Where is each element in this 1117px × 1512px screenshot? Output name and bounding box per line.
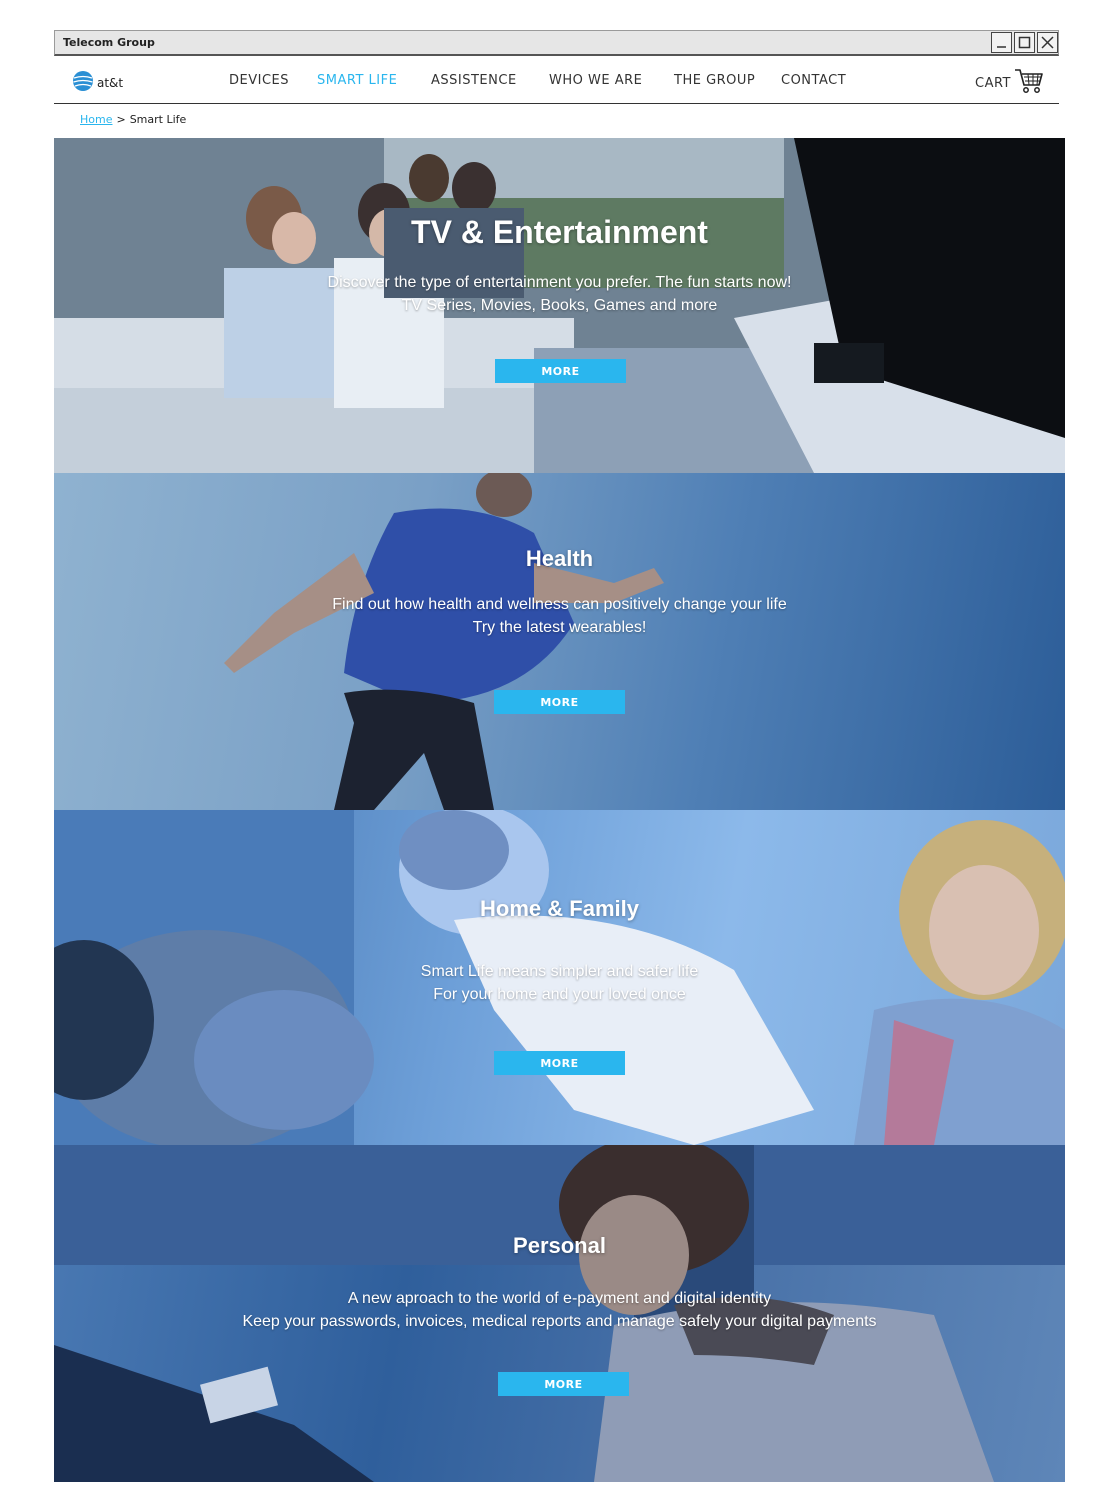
shopping-cart-icon [1014,67,1044,99]
personal-line1: A new aproach to the world of e-payment … [347,1290,772,1307]
section-personal: Personal A new aproach to the world of e… [54,1145,1065,1482]
personal-text: Personal A new aproach to the world of e… [54,1233,1065,1333]
breadcrumb-separator: > [116,113,126,126]
personal-title: Personal [513,1233,606,1258]
logo[interactable]: at&t [72,70,123,96]
nav-item-the-group[interactable]: THE GROUP [674,73,755,88]
main-navbar: at&t DEVICES SMART LIFE ASSISTENCE WHO W… [54,56,1059,104]
breadcrumb-home-link[interactable]: Home [80,113,112,126]
minimize-icon[interactable] [991,32,1012,53]
nav-item-assistence[interactable]: ASSISTENCE [431,73,517,88]
nav-item-smart-life[interactable]: SMART LIFE [317,73,397,88]
close-icon[interactable] [1037,32,1058,53]
breadcrumb-current: Smart Life [129,113,187,126]
cart-label: CART [975,75,1011,91]
nav-item-who-we-are[interactable]: WHO WE ARE [549,73,642,88]
tv-entertainment-title: TV & Entertainment [411,214,708,250]
personal-more-button[interactable]: MORE [498,1372,629,1396]
health-line1: Find out how health and wellness can pos… [332,596,787,613]
section-tv-entertainment: TV & Entertainment Discover the type of … [54,138,1065,473]
window-controls [991,32,1058,53]
health-image [54,473,1065,810]
maximize-icon[interactable] [1014,32,1035,53]
tv-entertainment-text: TV & Entertainment Discover the type of … [54,214,1065,317]
home-family-text: Home & Family Smart Life means simpler a… [54,896,1065,1006]
tv-entertainment-more-button[interactable]: MORE [495,359,626,383]
tv-entertainment-line2: TV Series, Movies, Books, Games and more [401,297,718,314]
section-home-family: Home & Family Smart Life means simpler a… [54,810,1065,1145]
section-health: Health Find out how health and wellness … [54,473,1065,810]
personal-line2: Keep your passwords, invoices, medical r… [242,1313,877,1330]
health-more-button[interactable]: MORE [494,690,625,714]
breadcrumb: Home > Smart Life [80,113,186,126]
health-line2: Try the latest wearables! [472,619,647,636]
window-title: Telecom Group [63,36,155,49]
tv-entertainment-line1: Discover the type of entertainment you p… [327,274,792,291]
home-family-line1: Smart Life means simpler and safer life [420,963,699,980]
home-family-line2: For your home and your loved once [433,986,686,1003]
nav-item-devices[interactable]: DEVICES [229,73,289,88]
home-family-title: Home & Family [480,896,639,921]
nav-item-contact[interactable]: CONTACT [781,73,846,88]
window-titlebar: Telecom Group [54,30,1059,56]
logo-text: at&t [97,76,124,90]
att-globe-icon [72,70,94,96]
health-title: Health [525,546,594,571]
cart-button[interactable]: CART [975,67,1044,99]
health-text: Health Find out how health and wellness … [54,546,1065,639]
home-family-more-button[interactable]: MORE [494,1051,625,1075]
